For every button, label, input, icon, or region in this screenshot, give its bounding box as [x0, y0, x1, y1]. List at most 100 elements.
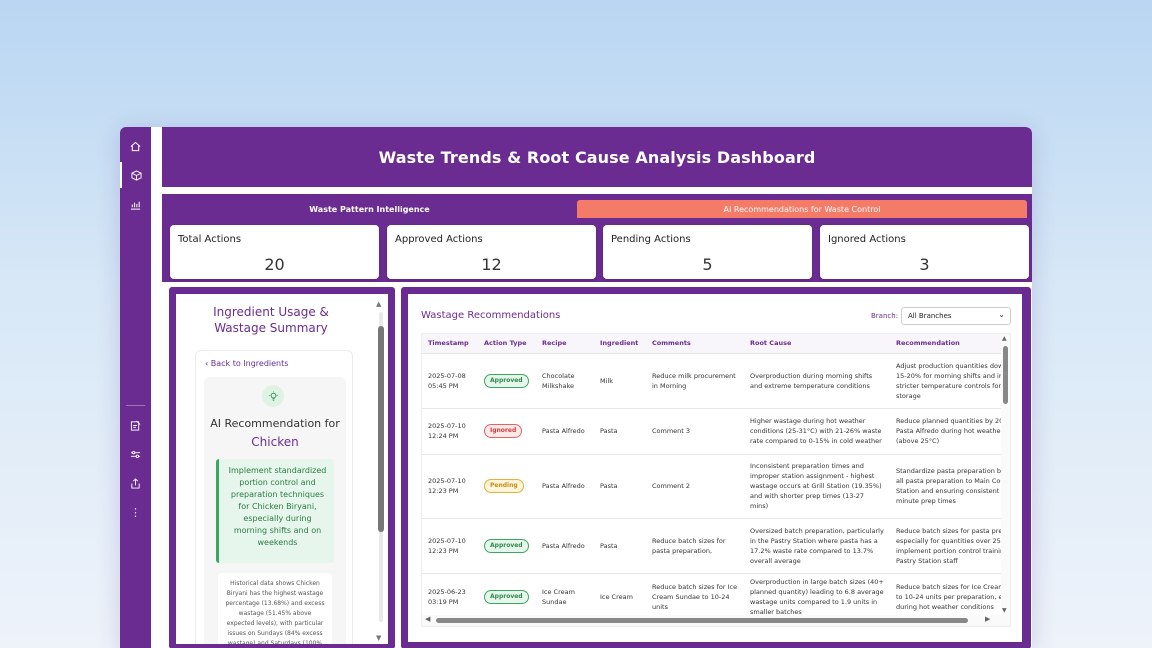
scroll-up-icon[interactable]: ▲: [1002, 335, 1007, 342]
table-vertical-scrollbar[interactable]: ▲ ▼: [1001, 334, 1010, 616]
col-header[interactable]: Recommendation: [890, 334, 1010, 354]
status-badge: Approved: [484, 373, 529, 388]
cell-root-cause: Inconsistent preparation times and impro…: [744, 454, 890, 519]
branch-select[interactable]: All Branches ⌄: [901, 307, 1011, 325]
scroll-left-icon[interactable]: ◀: [425, 615, 430, 623]
table-row[interactable]: 2025-07-10 12:23 PM Pending Pasta Alfred…: [422, 454, 1010, 519]
wastage-recommendations-title: Wastage Recommendations: [421, 310, 561, 321]
scroll-right-icon[interactable]: ▶: [985, 615, 990, 623]
tab-waste-pattern-intelligence[interactable]: Waste Pattern Intelligence: [162, 200, 577, 218]
kpi-total-actions: Total Actions 20: [170, 225, 379, 279]
ai-recommendation-card: AI Recommendation for Chicken Implement …: [204, 377, 346, 644]
summary-scrollbar[interactable]: ▲ ▼: [376, 300, 384, 642]
status-badge: Pending: [484, 479, 524, 493]
col-header[interactable]: Action Type: [478, 334, 536, 354]
rail-divider: [126, 405, 145, 406]
cell-action: Approved: [478, 518, 536, 574]
table-horizontal-scrollbar[interactable]: ◀ ▶: [422, 615, 1010, 626]
cell-timestamp: 2025-07-10 12:24 PM: [422, 408, 478, 455]
scroll-down-icon[interactable]: ▼: [376, 634, 381, 642]
main-area: Waste Trends & Root Cause Analysis Dashb…: [151, 127, 1032, 648]
cell-ingredient: Pasta: [594, 454, 646, 519]
table-row[interactable]: 2025-07-10 12:24 PM Ignored Pasta Alfred…: [422, 408, 1010, 455]
table-row[interactable]: 2025-07-10 12:23 PM Approved Pasta Alfre…: [422, 518, 1010, 574]
ingredient-card: ‹ Back to Ingredients AI Recommendation …: [195, 350, 353, 644]
more-icon[interactable]: ⋮: [120, 499, 151, 525]
kpi-label: Pending Actions: [611, 234, 691, 245]
status-badge: Ignored: [484, 424, 523, 438]
summary-title: Ingredient Usage & Wastage Summary: [176, 304, 366, 336]
kpi-value: 5: [702, 255, 713, 274]
cell-ingredient: Milk: [594, 353, 646, 409]
report-icon[interactable]: [120, 412, 151, 438]
back-to-ingredients-link[interactable]: ‹ Back to Ingredients: [205, 359, 288, 368]
kpi-label: Total Actions: [178, 234, 242, 245]
col-header[interactable]: Timestamp: [422, 334, 478, 354]
cell-root-cause: Higher wastage during hot weather condit…: [744, 408, 890, 455]
table-header-row: Timestamp Action Type Recipe Ingredient …: [422, 334, 1010, 354]
kpi-approved-actions: Approved Actions 12: [387, 225, 596, 279]
col-header[interactable]: Root Cause: [744, 334, 890, 354]
cell-recommendation: Reduce batch sizes for Ice Cream Sundae …: [890, 573, 1010, 621]
cell-comments: Reduce batch sizes for pasta preparation…: [646, 518, 744, 574]
cell-timestamp: 2025-06-23 03:19 PM: [422, 573, 478, 621]
tab-ai-recommendations[interactable]: AI Recommendations for Waste Control: [577, 200, 1027, 218]
lightbulb-icon: [262, 385, 284, 407]
col-header[interactable]: Ingredient: [594, 334, 646, 354]
scroll-thumb[interactable]: [378, 326, 384, 532]
cell-recipe: Pasta Alfredo: [536, 454, 594, 519]
cell-root-cause: Overproduction in large batch sizes (40+…: [744, 573, 890, 621]
back-link-label: Back to Ingredients: [210, 359, 289, 368]
kpi-value: 20: [264, 255, 285, 274]
kpi-strip: Total Actions 20 Approved Actions 12 Pen…: [162, 218, 1032, 282]
cell-action: Approved: [478, 353, 536, 409]
chevron-left-icon: ‹: [205, 359, 209, 368]
scroll-up-icon[interactable]: ▲: [376, 300, 381, 308]
branch-select-value: All Branches: [908, 312, 952, 320]
cell-recipe: Chocolate Milkshake: [536, 353, 594, 409]
cell-ingredient: Ice Cream: [594, 573, 646, 621]
cell-recommendation: Adjust production quantities downward by…: [890, 353, 1010, 409]
chevron-down-icon: ⌄: [998, 310, 1005, 319]
cell-action: Ignored: [478, 408, 536, 455]
kpi-pending-actions: Pending Actions 5: [603, 225, 812, 279]
kpi-value: 12: [481, 255, 502, 274]
wastage-recommendations-inner: Wastage Recommendations Branch: All Bran…: [408, 294, 1022, 642]
cell-recommendation: Reduce batch sizes for pasta preparation…: [890, 518, 1010, 574]
scroll-thumb[interactable]: [1003, 346, 1008, 404]
cell-ingredient: Pasta: [594, 518, 646, 574]
export-icon[interactable]: [120, 470, 151, 496]
chart-icon[interactable]: [120, 191, 151, 217]
ai-recommendation-text: Implement standardized portion control a…: [216, 459, 334, 563]
cell-comments: Comment 3: [646, 408, 744, 455]
col-header[interactable]: Comments: [646, 334, 744, 354]
cell-comments: Reduce milk procurement in Morning: [646, 353, 744, 409]
table-row[interactable]: 2025-07-08 05:45 PM Approved Chocolate M…: [422, 353, 1010, 409]
table-row[interactable]: 2025-06-23 03:19 PM Approved Ice Cream S…: [422, 573, 1010, 621]
home-icon[interactable]: [120, 133, 151, 159]
recommendations-table[interactable]: Timestamp Action Type Recipe Ingredient …: [421, 333, 1011, 627]
page-title: Waste Trends & Root Cause Analysis Dashb…: [378, 147, 816, 167]
ai-recommendation-heading: AI Recommendation for: [210, 417, 340, 430]
scroll-thumb[interactable]: [436, 618, 968, 623]
sliders-icon[interactable]: [120, 441, 151, 467]
col-header[interactable]: Recipe: [536, 334, 594, 354]
cell-recipe: Pasta Alfredo: [536, 518, 594, 574]
cell-root-cause: Overproduction during morning shifts and…: [744, 353, 890, 409]
kpi-label: Approved Actions: [395, 234, 483, 245]
scroll-down-icon[interactable]: ▼: [1002, 607, 1007, 614]
side-rail: ⋮: [120, 127, 151, 648]
ingredient-summary-scroll[interactable]: Ingredient Usage & Wastage Summary ▲ ▼ ‹…: [176, 294, 388, 644]
cell-comments: Reduce batch sizes for Ice Cream Sundae …: [646, 573, 744, 621]
ingredient-summary-panel: Ingredient Usage & Wastage Summary ▲ ▼ ‹…: [169, 287, 395, 648]
cell-timestamp: 2025-07-10 12:23 PM: [422, 454, 478, 519]
wastage-recommendations-panel: Wastage Recommendations Branch: All Bran…: [401, 287, 1031, 648]
cell-action: Pending: [478, 454, 536, 519]
cell-comments: Comment 2: [646, 454, 744, 519]
branch-label: Branch:: [871, 312, 899, 320]
kpi-value: 3: [919, 255, 930, 274]
cube-icon[interactable]: [120, 162, 151, 188]
cell-ingredient: Pasta: [594, 408, 646, 455]
kpi-ignored-actions: Ignored Actions 3: [820, 225, 1029, 279]
kpi-label: Ignored Actions: [828, 234, 906, 245]
